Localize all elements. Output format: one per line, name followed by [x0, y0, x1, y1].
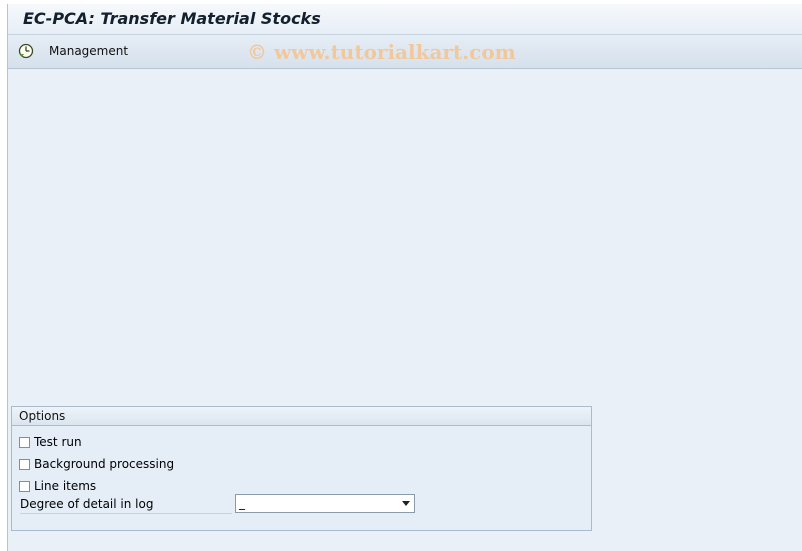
background-processing-label: Background processing — [34, 457, 175, 471]
test-run-label: Test run — [34, 435, 82, 449]
options-group-header: Options — [12, 407, 591, 426]
watermark: © www.tutorialkart.com — [247, 40, 516, 64]
sap-window: EC-PCA: Transfer Material Stocks Managem… — [7, 4, 802, 551]
degree-of-detail-select[interactable]: _ — [235, 494, 415, 513]
execute-clock-icon — [16, 41, 36, 61]
page-title: EC-PCA: Transfer Material Stocks — [23, 9, 321, 28]
background-processing-checkbox[interactable] — [19, 458, 30, 470]
chevron-down-icon[interactable] — [402, 501, 410, 506]
management-label: Management — [49, 44, 129, 58]
application-toolbar: Management © www.tutorialkart.com — [8, 35, 802, 69]
management-button[interactable]: Management — [16, 39, 128, 63]
line-items-row: Line items — [19, 477, 96, 495]
degree-of-detail-label: Degree of detail in log — [20, 496, 232, 514]
line-items-checkbox[interactable] — [19, 480, 30, 492]
test-run-checkbox[interactable] — [19, 436, 30, 448]
line-items-label: Line items — [34, 479, 97, 493]
title-bar: EC-PCA: Transfer Material Stocks — [8, 4, 802, 35]
degree-of-detail-value: _ — [239, 496, 245, 510]
background-processing-row: Background processing — [19, 455, 174, 473]
test-run-row: Test run — [19, 433, 82, 451]
options-group: Options Test run Background processing L… — [11, 406, 592, 531]
